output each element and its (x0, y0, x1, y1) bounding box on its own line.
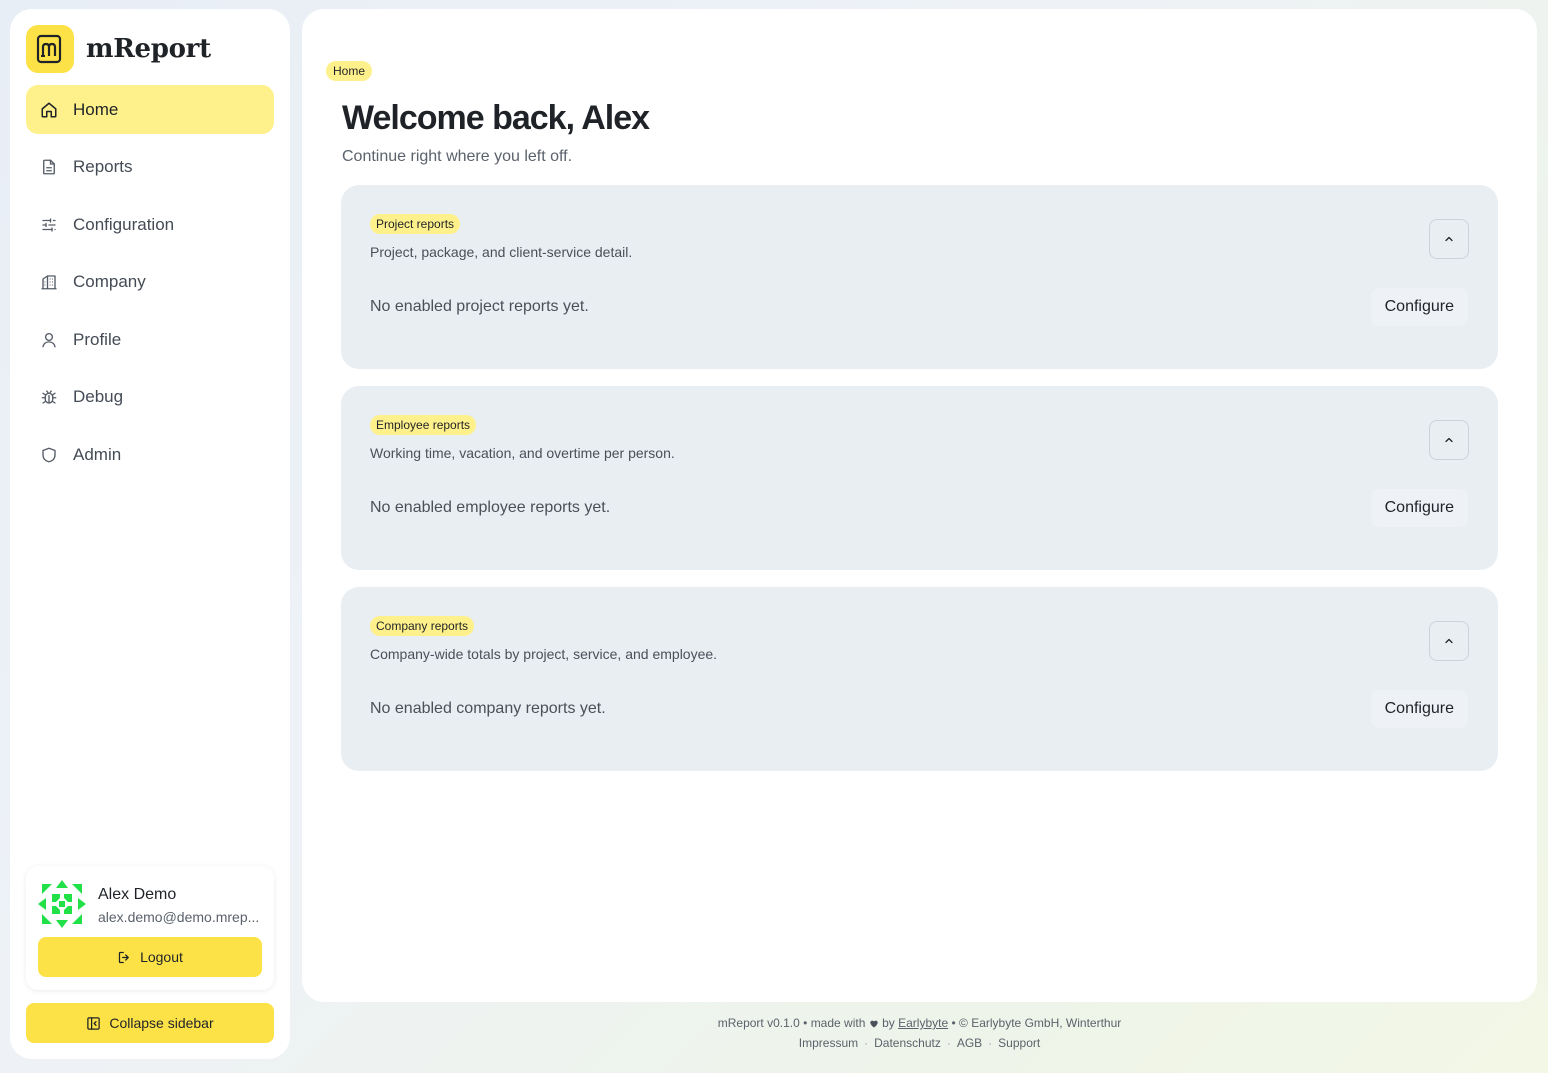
user-email: alex.demo@demo.mrep... (98, 909, 260, 925)
page-title: Welcome back, Alex (342, 99, 650, 137)
footer: mReport v0.1.0 • made with by Earlybyte … (302, 1016, 1537, 1050)
footer-made-with: made with (810, 1016, 866, 1030)
building-icon (40, 273, 58, 291)
footer-bullet: • (951, 1016, 960, 1030)
sidebar-item-home[interactable]: Home (26, 85, 274, 134)
footer-separator: · (988, 1036, 993, 1050)
sidebar-item-company[interactable]: Company (26, 258, 274, 307)
logout-label: Logout (140, 949, 183, 965)
card-empty-state: No enabled employee reports yet. (370, 499, 611, 516)
sidebar: mReport Home Reports Configuration Compa… (10, 9, 290, 1059)
footer-bullet: • (803, 1016, 811, 1030)
collapse-card-button[interactable] (1429, 621, 1469, 661)
configure-button[interactable]: Configure (1370, 489, 1468, 527)
report-card-company: Company reports Company-wide totals by p… (341, 587, 1498, 771)
sidebar-nav: Home Reports Configuration Company Profi… (26, 85, 274, 488)
sidebar-item-profile[interactable]: Profile (26, 315, 274, 364)
page-subtitle: Continue right where you left off. (342, 148, 573, 165)
footer-company-link[interactable]: Earlybyte (898, 1016, 948, 1030)
report-card-employee: Employee reports Working time, vacation,… (341, 386, 1498, 570)
user-card: Alex Demo alex.demo@demo.mrep... Logout (26, 866, 274, 990)
logout-icon (117, 950, 132, 965)
sidebar-item-label: Admin (73, 445, 122, 465)
card-badge: Company reports (370, 616, 475, 636)
chevron-up-icon (1443, 635, 1455, 647)
sidebar-item-label: Company (73, 272, 146, 292)
app-logo-icon (26, 25, 74, 73)
main-content: Home Welcome back, Alex Continue right w… (302, 9, 1537, 1002)
sidebar-item-label: Profile (73, 329, 122, 349)
sidebar-item-debug[interactable]: Debug (26, 373, 274, 422)
footer-version: mReport v0.1.0 (717, 1016, 800, 1030)
sidebar-item-reports[interactable]: Reports (26, 143, 274, 192)
report-card-project: Project reports Project, package, and cl… (341, 185, 1498, 369)
breadcrumb[interactable]: Home (326, 61, 373, 81)
card-description: Project, package, and client-service det… (370, 244, 633, 260)
card-badge: Employee reports (370, 415, 477, 435)
card-empty-state: No enabled company reports yet. (370, 700, 606, 717)
document-icon (40, 158, 58, 176)
footer-by: by (882, 1016, 895, 1030)
user-name: Alex Demo (98, 886, 177, 903)
sidebar-item-label: Debug (73, 387, 124, 407)
app-name: mReport (86, 34, 211, 64)
footer-link-support[interactable]: Support (998, 1036, 1040, 1050)
collapse-sidebar-button[interactable]: Collapse sidebar (26, 1003, 274, 1043)
brand[interactable]: mReport (26, 25, 211, 73)
footer-link-datenschutz[interactable]: Datenschutz (874, 1036, 941, 1050)
footer-separator: · (864, 1036, 869, 1050)
sliders-icon (40, 216, 58, 234)
collapse-sidebar-label: Collapse sidebar (109, 1015, 214, 1031)
avatar[interactable] (38, 880, 86, 928)
bug-icon (40, 388, 58, 406)
footer-separator: · (946, 1036, 951, 1050)
configure-button[interactable]: Configure (1370, 690, 1468, 728)
footer-link-agb[interactable]: AGB (957, 1036, 982, 1050)
logout-button[interactable]: Logout (38, 937, 262, 977)
card-description: Working time, vacation, and overtime per… (370, 445, 675, 461)
collapse-card-button[interactable] (1429, 420, 1469, 460)
home-icon (40, 101, 58, 119)
collapse-card-button[interactable] (1429, 219, 1469, 259)
card-description: Company-wide totals by project, service,… (370, 646, 718, 662)
card-badge: Project reports (370, 214, 461, 234)
card-empty-state: No enabled project reports yet. (370, 298, 589, 315)
sidebar-item-configuration[interactable]: Configuration (26, 200, 274, 249)
sidebar-item-label: Reports (73, 157, 133, 177)
sidebar-item-label: Home (73, 99, 119, 119)
heart-icon (869, 1016, 882, 1030)
footer-link-impressum[interactable]: Impressum (799, 1036, 858, 1050)
chevron-up-icon (1443, 233, 1455, 245)
configure-button[interactable]: Configure (1370, 288, 1468, 326)
sidebar-collapse-icon (86, 1016, 101, 1031)
sidebar-item-admin[interactable]: Admin (26, 431, 274, 480)
chevron-up-icon (1443, 434, 1455, 446)
user-icon (40, 331, 58, 349)
shield-icon (40, 446, 58, 464)
footer-copyright: © Earlybyte GmbH, Winterthur (959, 1016, 1122, 1030)
sidebar-item-label: Configuration (73, 214, 175, 234)
